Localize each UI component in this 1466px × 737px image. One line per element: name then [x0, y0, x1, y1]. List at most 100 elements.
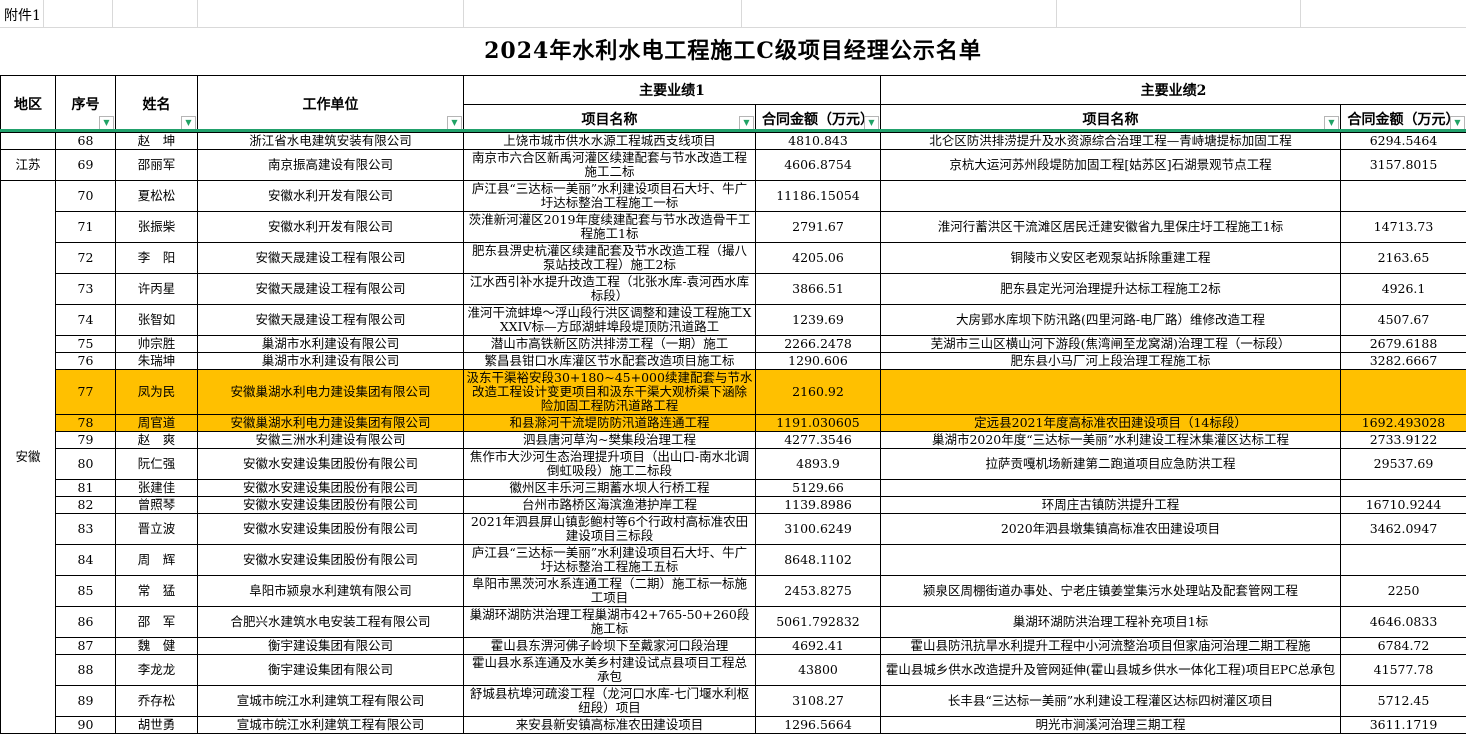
serial-cell[interactable]: 80 — [56, 449, 116, 480]
project1-cell[interactable]: 2021年泗县屏山镇彭鲍村等6个行政村高标准农田建设项目三标段 — [464, 514, 756, 545]
project1-cell[interactable]: 巢湖环湖防洪治理工程巢湖市42+765-50+260段施工标 — [464, 607, 756, 638]
employer-cell[interactable]: 安徽天晟建设工程有限公司 — [198, 243, 464, 274]
name-cell[interactable]: 凤为民 — [116, 370, 198, 415]
name-cell[interactable]: 魏 健 — [116, 638, 198, 655]
amount1-cell[interactable]: 1139.8986 — [756, 497, 881, 514]
employer-cell[interactable]: 安徽水安建设集团股份有限公司 — [198, 545, 464, 576]
amount1-cell[interactable]: 1239.69 — [756, 305, 881, 336]
employer-cell[interactable]: 宣城市皖江水利建筑工程有限公司 — [198, 717, 464, 734]
employer-cell[interactable]: 安徽水安建设集团股份有限公司 — [198, 449, 464, 480]
serial-cell[interactable]: 79 — [56, 432, 116, 449]
project1-cell[interactable]: 阜阳市黑茨河水系连通工程（二期）施工标一标施工项目 — [464, 576, 756, 607]
project1-cell[interactable]: 茨淮新河灌区2019年度续建配套与节水改造骨干工程施工1标 — [464, 212, 756, 243]
project2-cell[interactable] — [881, 181, 1341, 212]
project2-cell[interactable]: 淮河行蓄洪区干流滩区居民迁建安徽省九里保庄圩工程施工1标 — [881, 212, 1341, 243]
serial-cell[interactable]: 90 — [56, 717, 116, 734]
employer-cell[interactable]: 南京振高建设有限公司 — [198, 150, 464, 181]
serial-cell[interactable]: 87 — [56, 638, 116, 655]
project1-cell[interactable]: 霍山县水系连通及水美乡村建设试点县项目工程总承包 — [464, 655, 756, 686]
project2-cell[interactable] — [881, 370, 1341, 415]
name-cell[interactable]: 许丙星 — [116, 274, 198, 305]
amount2-cell[interactable]: 4646.0833 — [1341, 607, 1466, 638]
name-cell[interactable]: 乔存松 — [116, 686, 198, 717]
serial-cell[interactable]: 78 — [56, 415, 116, 432]
region-cell[interactable]: 江苏 — [1, 150, 56, 181]
amount1-cell[interactable]: 1296.5664 — [756, 717, 881, 734]
employer-cell[interactable]: 安徽水安建设集团股份有限公司 — [198, 497, 464, 514]
project2-cell[interactable]: 北仑区防洪排涝提升及水资源综合治理工程—青峙塘提标加固工程 — [881, 133, 1341, 150]
project2-cell[interactable]: 拉萨贡嘎机场新建第二跑道项目应急防洪工程 — [881, 449, 1341, 480]
name-cell[interactable]: 晋立波 — [116, 514, 198, 545]
employer-cell[interactable]: 安徽天晟建设工程有限公司 — [198, 305, 464, 336]
amount1-cell[interactable]: 2266.2478 — [756, 336, 881, 353]
amount1-cell[interactable]: 1290.606 — [756, 353, 881, 370]
amount1-cell[interactable]: 4606.8754 — [756, 150, 881, 181]
project2-cell[interactable]: 2020年泗县墩集镇高标准农田建设项目 — [881, 514, 1341, 545]
name-cell[interactable]: 张振柴 — [116, 212, 198, 243]
amount1-cell[interactable]: 2791.67 — [756, 212, 881, 243]
amount2-cell[interactable]: 6784.72 — [1341, 638, 1466, 655]
employer-cell[interactable]: 宣城市皖江水利建筑工程有限公司 — [198, 686, 464, 717]
project1-cell[interactable]: 繁昌县钳口水库灌区节水配套改造项目施工标 — [464, 353, 756, 370]
serial-cell[interactable]: 84 — [56, 545, 116, 576]
serial-cell[interactable]: 77 — [56, 370, 116, 415]
amount1-cell[interactable]: 1191.030605 — [756, 415, 881, 432]
amount1-cell[interactable]: 4277.3546 — [756, 432, 881, 449]
project1-cell[interactable]: 台州市路桥区海滨渔港护岸工程 — [464, 497, 756, 514]
employer-cell[interactable]: 衡宇建设集团有限公司 — [198, 655, 464, 686]
serial-cell[interactable]: 70 — [56, 181, 116, 212]
employer-cell[interactable]: 衡宇建设集团有限公司 — [198, 638, 464, 655]
amount2-cell[interactable]: 5712.45 — [1341, 686, 1466, 717]
serial-cell[interactable]: 83 — [56, 514, 116, 545]
serial-cell[interactable]: 86 — [56, 607, 116, 638]
serial-cell[interactable]: 68 — [56, 133, 116, 150]
project2-cell[interactable]: 颍泉区周棚街道办事处、宁老庄镇姜堂集污水处理站及配套管网工程 — [881, 576, 1341, 607]
project1-cell[interactable]: 庐江县“三达标一美丽”水利建设项目石大圩、牛广圩达标整治工程施工一标 — [464, 181, 756, 212]
name-cell[interactable]: 李龙龙 — [116, 655, 198, 686]
amount2-cell[interactable]: 3611.1719 — [1341, 717, 1466, 734]
amount2-cell[interactable] — [1341, 181, 1466, 212]
amount2-cell[interactable] — [1341, 545, 1466, 576]
employer-cell[interactable]: 巢湖市水利建设有限公司 — [198, 353, 464, 370]
amount2-cell[interactable]: 2679.6188 — [1341, 336, 1466, 353]
name-cell[interactable]: 张智如 — [116, 305, 198, 336]
amount2-cell[interactable]: 4926.1 — [1341, 274, 1466, 305]
amount1-cell[interactable]: 2160.92 — [756, 370, 881, 415]
amount1-cell[interactable]: 3866.51 — [756, 274, 881, 305]
project1-cell[interactable]: 焦作市大沙河生态治理提升项目（出山口-南水北调倒虹吸段）施工二标段 — [464, 449, 756, 480]
project1-cell[interactable]: 和县滁河干流堤防防汛道路连通工程 — [464, 415, 756, 432]
amount1-cell[interactable]: 8648.1102 — [756, 545, 881, 576]
employer-cell[interactable]: 浙江省水电建筑安装有限公司 — [198, 133, 464, 150]
amount2-cell[interactable]: 1692.493028 — [1341, 415, 1466, 432]
amount2-cell[interactable]: 2250 — [1341, 576, 1466, 607]
amount1-cell[interactable]: 4205.06 — [756, 243, 881, 274]
name-cell[interactable]: 邵丽军 — [116, 150, 198, 181]
amount2-cell[interactable]: 4507.67 — [1341, 305, 1466, 336]
project2-cell[interactable]: 大房郢水库坝下防汛路(四里河路-电厂路）维修改造工程 — [881, 305, 1341, 336]
employer-cell[interactable]: 安徽水利开发有限公司 — [198, 181, 464, 212]
amount2-cell[interactable]: 6294.5464 — [1341, 133, 1466, 150]
amount1-cell[interactable]: 11186.15054 — [756, 181, 881, 212]
name-cell[interactable]: 赵 坤 — [116, 133, 198, 150]
name-cell[interactable]: 阮仁强 — [116, 449, 198, 480]
amount2-cell[interactable]: 16710.9244 — [1341, 497, 1466, 514]
amount2-cell[interactable]: 29537.69 — [1341, 449, 1466, 480]
amount2-cell[interactable]: 2163.65 — [1341, 243, 1466, 274]
name-cell[interactable]: 赵 爽 — [116, 432, 198, 449]
amount1-cell[interactable]: 3100.6249 — [756, 514, 881, 545]
serial-cell[interactable]: 89 — [56, 686, 116, 717]
name-cell[interactable]: 朱瑞坤 — [116, 353, 198, 370]
amount2-cell[interactable]: 2733.9122 — [1341, 432, 1466, 449]
employer-cell[interactable]: 安徽天晟建设工程有限公司 — [198, 274, 464, 305]
employer-cell[interactable]: 巢湖市水利建设有限公司 — [198, 336, 464, 353]
serial-cell[interactable]: 88 — [56, 655, 116, 686]
amount1-cell[interactable]: 4893.9 — [756, 449, 881, 480]
project1-cell[interactable]: 泗县唐河草沟~樊集段治理工程 — [464, 432, 756, 449]
project1-cell[interactable]: 霍山县东淠河佛子岭坝下至戴家河口段治理 — [464, 638, 756, 655]
amount2-cell[interactable] — [1341, 370, 1466, 415]
project2-cell[interactable] — [881, 480, 1341, 497]
name-cell[interactable]: 邵 军 — [116, 607, 198, 638]
serial-cell[interactable]: 73 — [56, 274, 116, 305]
project2-cell[interactable]: 环周庄古镇防洪提升工程 — [881, 497, 1341, 514]
amount1-cell[interactable]: 4692.41 — [756, 638, 881, 655]
